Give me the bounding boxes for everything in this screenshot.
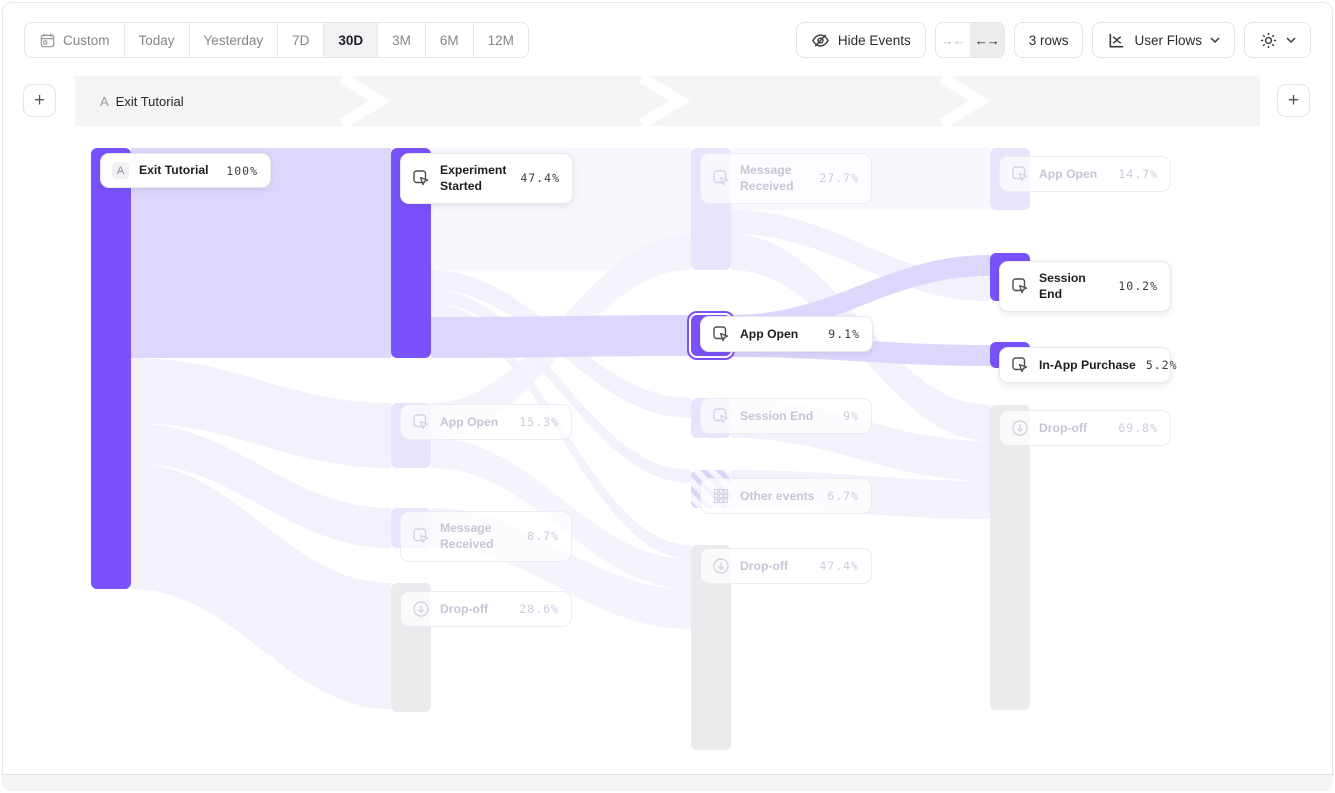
date-range-3m[interactable]: 3M <box>378 23 426 57</box>
settings-dropdown[interactable] <box>1244 22 1311 58</box>
toolbar: Custom Today Yesterday 7D 30D 3M 6M 12M … <box>0 0 1335 72</box>
node-bar-drop-off-4[interactable] <box>990 405 1030 710</box>
date-range-7d[interactable]: 7D <box>278 23 324 57</box>
rows-label: 3 rows <box>1029 33 1069 48</box>
node-card-session-end-3[interactable]: Session End 9% <box>700 398 872 434</box>
view-type-dropdown[interactable]: User Flows <box>1092 22 1235 58</box>
date-range-30d[interactable]: 30D <box>324 23 378 57</box>
start-event-label: A Exit Tutorial <box>100 76 184 126</box>
chevron-down-icon <box>1210 37 1220 43</box>
event-badge: A <box>112 162 129 179</box>
collapse-icon: →← <box>941 33 965 48</box>
node-bar-exit-tutorial[interactable] <box>91 148 131 589</box>
other-events-icon <box>712 487 730 505</box>
drop-off-icon <box>712 557 730 575</box>
date-range-today[interactable]: Today <box>125 23 190 57</box>
date-range-custom[interactable]: Custom <box>25 23 125 57</box>
date-range-12m[interactable]: 12M <box>474 23 528 57</box>
bottom-scroll-strip[interactable] <box>2 774 1333 791</box>
view-type-label: User Flows <box>1134 33 1202 48</box>
node-card-app-open-2[interactable]: App Open 15.3% <box>400 404 572 440</box>
collapse-columns-button[interactable]: →← <box>936 23 970 57</box>
node-card-other-events-3[interactable]: Other events 6.7% <box>700 478 872 514</box>
date-range-yesterday[interactable]: Yesterday <box>190 23 279 57</box>
gear-icon <box>1259 31 1278 50</box>
event-icon <box>412 169 430 187</box>
event-icon <box>412 527 430 545</box>
node-card-in-app-purchase-4[interactable]: In-App Purchase 5.2% <box>999 347 1171 383</box>
event-icon <box>712 407 730 425</box>
add-step-right-button[interactable]: + <box>1277 84 1310 117</box>
rows-button[interactable]: 3 rows <box>1014 22 1084 58</box>
expand-icon: ←→ <box>975 33 999 48</box>
eye-off-icon <box>811 31 830 50</box>
node-card-drop-off-3[interactable]: Drop-off 47.4% <box>700 548 872 584</box>
start-event-prefix: A <box>100 94 109 109</box>
calendar-icon <box>39 32 56 49</box>
node-card-experiment-started[interactable]: Experiment Started 47.4% <box>400 153 573 204</box>
width-toggle-group: →← ←→ <box>935 22 1005 58</box>
start-event-title: Exit Tutorial <box>116 94 184 109</box>
node-card-drop-off-4[interactable]: Drop-off 69.8% <box>999 410 1171 446</box>
plus-icon: + <box>34 90 45 112</box>
date-range-6m[interactable]: 6M <box>426 23 474 57</box>
event-icon <box>1011 356 1029 374</box>
drop-off-icon <box>1011 419 1029 437</box>
plus-icon: + <box>1288 90 1299 112</box>
expand-columns-button[interactable]: ←→ <box>970 23 1004 57</box>
user-flows-icon <box>1107 31 1126 50</box>
node-card-app-open-4[interactable]: App Open 14.7% <box>999 156 1171 192</box>
event-icon <box>412 413 430 431</box>
date-range-label: Custom <box>63 33 110 48</box>
step-divider-chevrons <box>75 76 1260 126</box>
hide-events-label: Hide Events <box>838 33 911 48</box>
hide-events-button[interactable]: Hide Events <box>796 22 926 58</box>
node-card-drop-off-2[interactable]: Drop-off 28.6% <box>400 591 572 627</box>
event-icon <box>712 325 730 343</box>
node-card-app-open-3[interactable]: App Open 9.1% <box>700 316 873 352</box>
date-range-group: Custom Today Yesterday 7D 30D 3M 6M 12M <box>24 22 529 58</box>
drop-off-icon <box>412 600 430 618</box>
chevron-down-icon <box>1286 37 1296 43</box>
event-icon <box>712 169 730 187</box>
event-icon <box>1011 277 1029 295</box>
node-card-session-end-4[interactable]: Session End 10.2% <box>999 261 1171 312</box>
event-icon <box>1011 165 1029 183</box>
node-card-message-received-2[interactable]: Message Received 8.7% <box>400 511 572 562</box>
flow-step-header[interactable]: A Exit Tutorial <box>75 76 1260 126</box>
node-card-exit-tutorial[interactable]: A Exit Tutorial 100% <box>100 153 271 188</box>
toolbar-right: Hide Events →← ←→ 3 rows User Flows <box>796 22 1311 58</box>
node-card-message-received-3[interactable]: Message Received 27.7% <box>700 153 872 204</box>
add-step-left-button[interactable]: + <box>23 84 56 117</box>
